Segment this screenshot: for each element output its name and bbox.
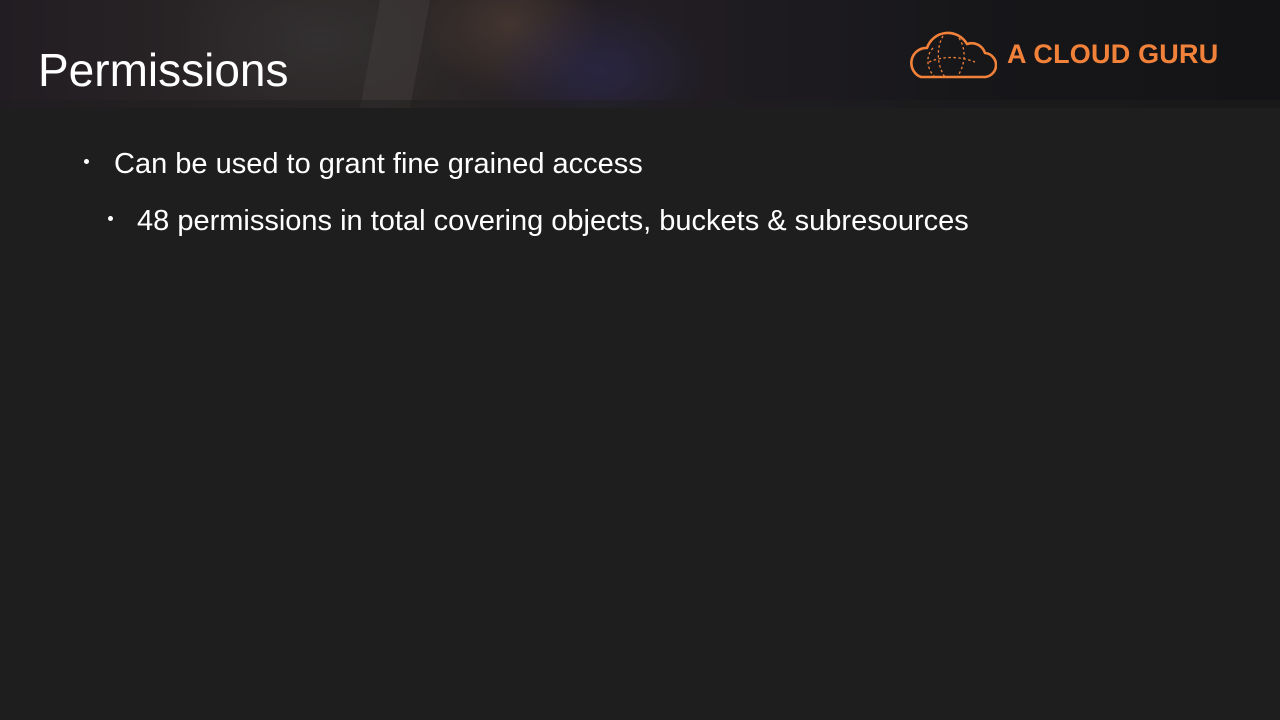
- bullet-text: Can be used to grant fine grained access: [114, 148, 643, 180]
- list-item: Can be used to grant fine grained access: [84, 145, 643, 183]
- cloud-logo-icon: [910, 31, 997, 79]
- brand-name: A CLOUD GURU: [1007, 39, 1219, 69]
- bullet-dot-icon: [108, 215, 113, 221]
- page-title: Permissions: [38, 44, 289, 96]
- list-item-sub: 48 permissions in total covering objects…: [108, 202, 969, 240]
- bullet-dot-icon: [84, 158, 89, 164]
- bullet-text: 48 permissions in total covering objects…: [137, 205, 969, 237]
- brand-logo: A CLOUD GURU: [903, 28, 1243, 82]
- header-banner: Permissions A CLOUD GURU: [0, 0, 1280, 108]
- slide: Permissions A CLOUD GURU Can be used to …: [0, 0, 1280, 720]
